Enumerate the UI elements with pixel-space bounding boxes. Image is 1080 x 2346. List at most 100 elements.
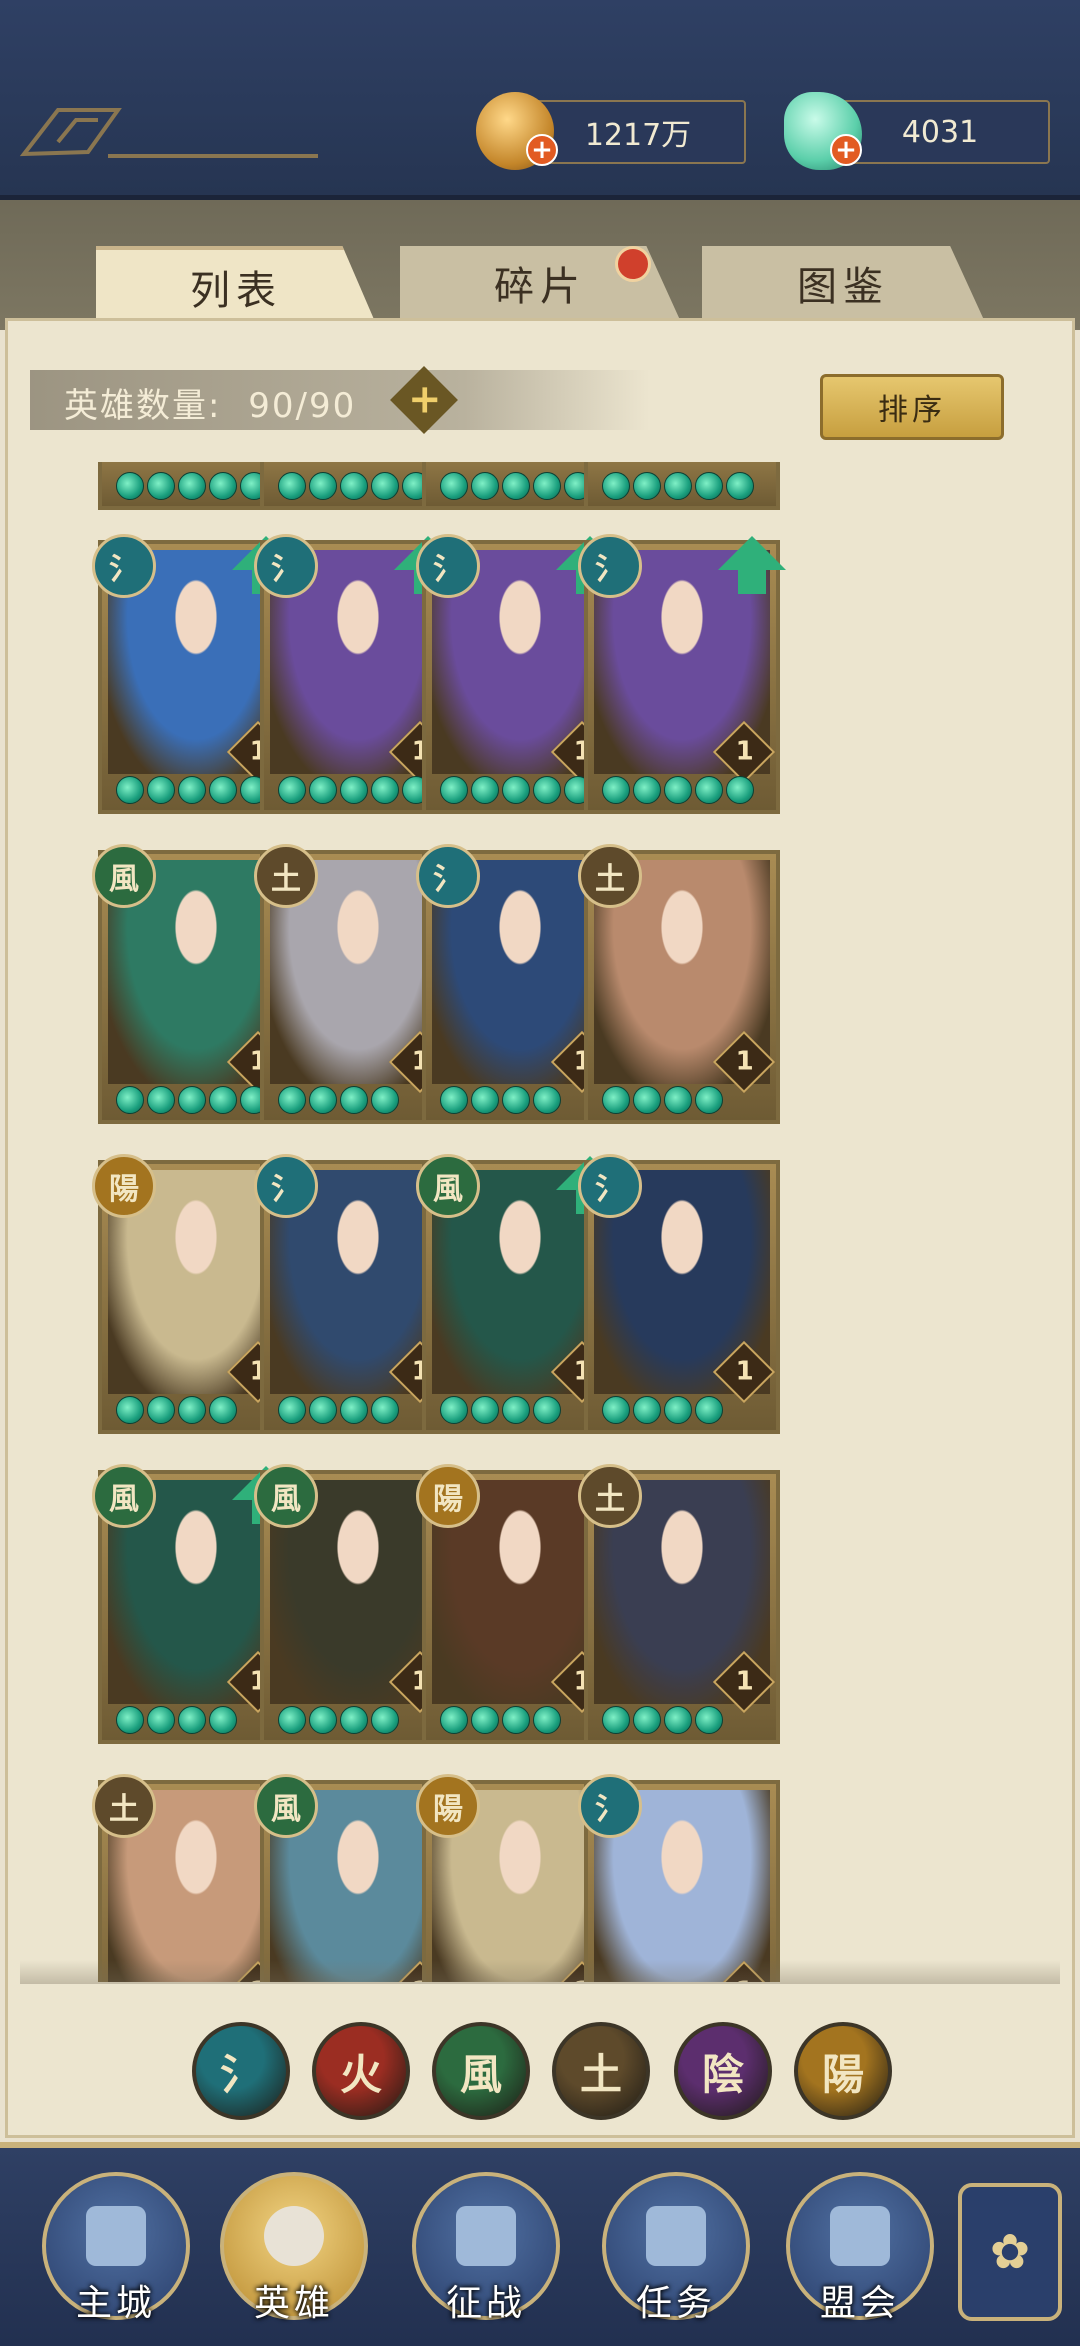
star-icon <box>340 472 368 500</box>
hero-card[interactable]: 1氵 <box>578 1774 780 1982</box>
jade-counter: 4031 <box>830 100 1050 164</box>
star-icon <box>471 472 499 500</box>
star-icon <box>471 1086 499 1114</box>
star-icon <box>209 776 237 804</box>
star-icon <box>440 472 468 500</box>
star-icon <box>633 776 661 804</box>
star-rating <box>440 776 592 804</box>
water-element-icon: 氵 <box>254 1154 318 1218</box>
star-icon <box>633 1396 661 1424</box>
star-icon <box>502 1706 530 1734</box>
star-icon <box>664 1086 692 1114</box>
star-rating <box>440 1396 561 1424</box>
hero-card[interactable]: 1土 <box>578 844 780 1124</box>
star-icon <box>340 1086 368 1114</box>
wind-element-icon: 風 <box>416 1154 480 1218</box>
nav-city-button[interactable]: 主城 <box>42 2172 190 2324</box>
star-icon <box>209 1396 237 1424</box>
star-icon <box>502 1396 530 1424</box>
filter-fire-button[interactable]: 火 <box>312 2022 410 2120</box>
star-icon <box>147 1706 175 1734</box>
star-icon <box>471 1396 499 1424</box>
star-icon <box>116 1706 144 1734</box>
star-icon <box>695 472 723 500</box>
star-icon <box>147 776 175 804</box>
star-icon <box>178 1706 206 1734</box>
star-icon <box>278 472 306 500</box>
star-rating <box>440 472 592 500</box>
tab-fragments-label: 碎片 <box>494 264 586 310</box>
earth-element-icon: 土 <box>578 844 642 908</box>
yang-element-icon: 陽 <box>92 1154 156 1218</box>
nav-quest-button[interactable]: 任务 <box>602 2172 750 2324</box>
star-icon <box>371 472 399 500</box>
nav-battle-button[interactable]: 征战 <box>412 2172 560 2324</box>
star-icon <box>664 776 692 804</box>
water-element-icon: 氵 <box>416 534 480 598</box>
nav-hero-button[interactable]: 英雄 <box>220 2172 368 2324</box>
star-icon <box>633 472 661 500</box>
star-icon <box>695 776 723 804</box>
star-icon <box>178 776 206 804</box>
filter-yang-button[interactable]: 陽 <box>794 2022 892 2120</box>
star-icon <box>533 1086 561 1114</box>
water-element-icon: 氵 <box>416 844 480 908</box>
star-icon <box>502 1086 530 1114</box>
star-icon <box>178 1396 206 1424</box>
star-rating <box>440 1086 561 1114</box>
star-icon <box>371 776 399 804</box>
star-icon <box>726 776 754 804</box>
star-icon <box>664 1396 692 1424</box>
hero-count-value: 90/90 <box>248 386 357 426</box>
yang-element-icon: 陽 <box>416 1774 480 1838</box>
nav-guild-button[interactable]: 盟会 <box>786 2172 934 2324</box>
upgrade-arrow-icon <box>718 536 786 594</box>
filter-yin-button[interactable]: 陰 <box>674 2022 772 2120</box>
battle-icon <box>456 2206 516 2266</box>
star-rating <box>278 1706 399 1734</box>
quest-icon <box>646 2206 706 2266</box>
star-icon <box>533 776 561 804</box>
nav-label: 主城 <box>75 2283 156 2324</box>
hero-card[interactable] <box>584 462 780 510</box>
notification-dot <box>615 246 651 282</box>
star-icon <box>371 1706 399 1734</box>
hero-level: 1 <box>735 1356 754 1387</box>
star-icon <box>602 776 630 804</box>
star-rating <box>602 1396 723 1424</box>
wind-element-icon: 風 <box>254 1464 318 1528</box>
hero-card[interactable]: 1土 <box>578 1464 780 1744</box>
star-icon <box>602 1706 630 1734</box>
star-rating <box>116 776 268 804</box>
star-icon <box>209 472 237 500</box>
hero-card[interactable]: 1氵 <box>578 534 786 814</box>
star-icon <box>695 1396 723 1424</box>
water-element-icon: 氵 <box>578 1154 642 1218</box>
add-coins-button[interactable]: + <box>526 134 558 166</box>
earth-element-icon: 土 <box>578 1464 642 1528</box>
sort-button[interactable]: 排序 <box>820 374 1004 440</box>
tab-codex[interactable]: 图鉴 <box>702 246 984 320</box>
star-icon <box>209 1706 237 1734</box>
star-icon <box>309 776 337 804</box>
star-rating <box>278 1086 399 1114</box>
star-rating <box>602 1086 723 1114</box>
tab-list[interactable]: 列表 <box>96 246 376 324</box>
star-icon <box>116 1086 144 1114</box>
filter-earth-button[interactable]: 土 <box>552 2022 650 2120</box>
star-rating <box>278 472 430 500</box>
filter-wind-button[interactable]: 風 <box>432 2022 530 2120</box>
earth-element-icon: 土 <box>92 1774 156 1838</box>
filter-water-button[interactable]: 氵 <box>192 2022 290 2120</box>
flower-menu-icon[interactable]: ✿ <box>958 2183 1062 2321</box>
hero-card[interactable]: 1氵 <box>578 1154 780 1434</box>
star-icon <box>340 776 368 804</box>
star-rating <box>602 776 754 804</box>
star-icon <box>340 1396 368 1424</box>
star-icon <box>726 472 754 500</box>
star-icon <box>340 1706 368 1734</box>
star-icon <box>533 1706 561 1734</box>
add-jade-button[interactable]: + <box>830 134 862 166</box>
hero-level: 1 <box>735 736 754 767</box>
star-rating <box>116 1706 237 1734</box>
